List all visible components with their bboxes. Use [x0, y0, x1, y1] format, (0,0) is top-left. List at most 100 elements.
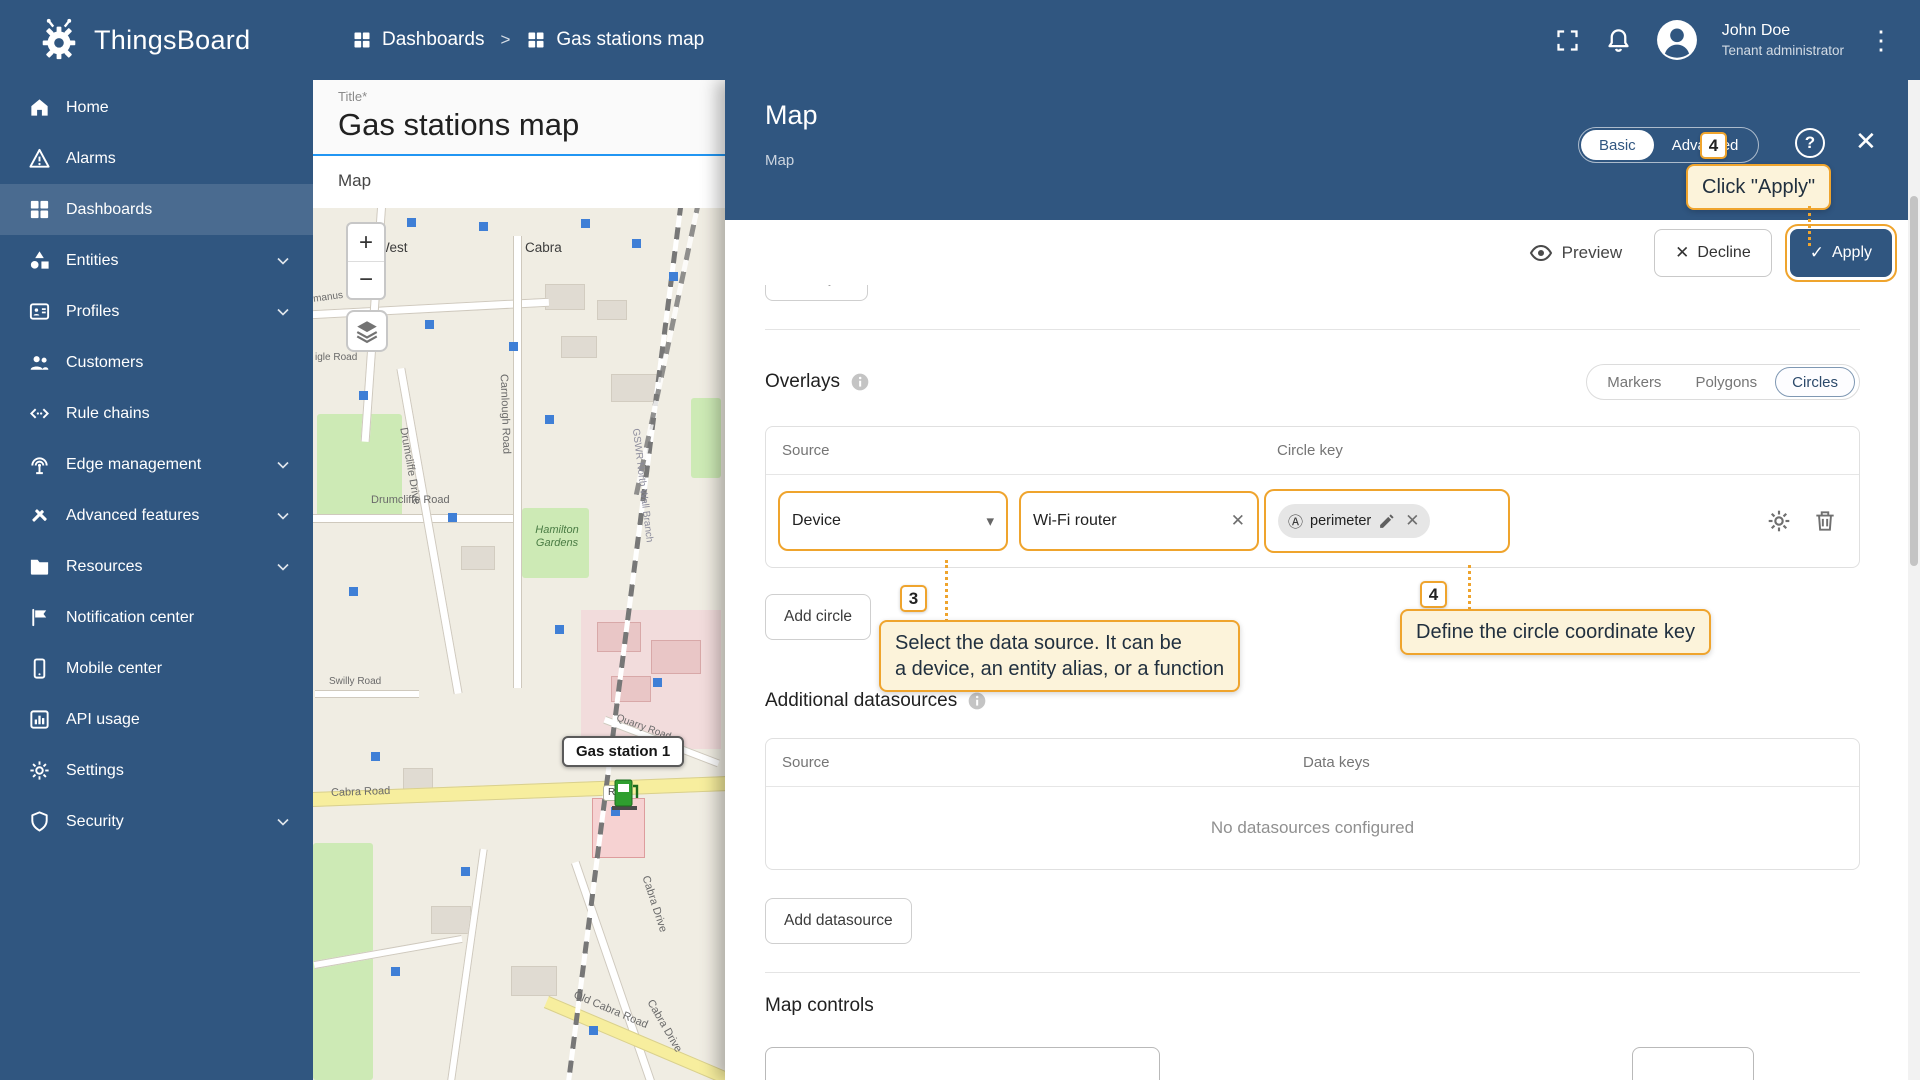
map-road [446, 849, 487, 1080]
map-road [313, 514, 522, 523]
map-road [315, 690, 419, 698]
sidebar-item-customers[interactable]: Customers [0, 337, 313, 388]
map-building [431, 906, 471, 934]
dashboard-edit-panel: Title* Gas stations map Map [313, 80, 725, 1080]
dashboard-title-input[interactable]: Gas stations map [338, 107, 725, 143]
column-source: Source [782, 754, 830, 771]
circle-key-chip[interactable]: Ⓐ perimeter ✕ [1278, 504, 1430, 538]
cutoff-field[interactable] [1632, 1047, 1754, 1080]
apply-button[interactable]: ✓ Apply [1790, 229, 1892, 277]
sidebar-item-home[interactable]: Home [0, 82, 313, 133]
sidebar-item-edge-management[interactable]: Edge management [0, 439, 313, 490]
divider [765, 972, 1860, 973]
tab-polygons[interactable]: Polygons [1679, 367, 1773, 397]
map-building [597, 300, 627, 320]
add-layer-button[interactable]: Add layer [765, 285, 868, 301]
sidebar-item-resources[interactable]: Resources [0, 541, 313, 592]
datasource-type-value: Device [792, 512, 841, 530]
map-node-marker [349, 587, 358, 596]
add-circle-button[interactable]: Add circle [765, 594, 871, 640]
fullscreen-icon[interactable] [1554, 27, 1581, 54]
map-node-marker [425, 320, 434, 329]
logo[interactable]: ThingsBoard [36, 0, 250, 80]
sidebar-item-label: Mobile center [66, 660, 162, 678]
map-node-marker [669, 272, 678, 281]
map-layers-button[interactable] [346, 310, 388, 352]
map-node-marker [509, 342, 518, 351]
cutoff-field[interactable] [765, 1047, 1160, 1080]
close-icon[interactable]: ✕ [1855, 126, 1877, 157]
map-node-marker [448, 513, 457, 522]
map-widget[interactable]: West Cabra manus Road igle Road Drumclif… [313, 208, 725, 1080]
tab-markers[interactable]: Markers [1591, 367, 1677, 397]
sidebar-item-label: Dashboards [66, 201, 152, 219]
add-datasource-button[interactable]: Add datasource [765, 898, 912, 944]
sidebar-item-security[interactable]: Security [0, 796, 313, 847]
sidebar-item-profiles[interactable]: Profiles [0, 286, 313, 337]
map-building [611, 374, 657, 402]
config-scrollbar[interactable] [1908, 80, 1920, 1080]
map-place-label: Cabra [525, 240, 562, 255]
map-controls-title: Map controls [765, 995, 1860, 1017]
close-icon: ✕ [1675, 243, 1689, 263]
sidebar-item-label: API usage [66, 711, 140, 729]
sidebar-item-label: Resources [66, 558, 142, 576]
gas-station-marker[interactable] [611, 777, 639, 811]
zoom-out-button[interactable]: − [348, 261, 384, 298]
additional-datasources-table: Source Data keys No datasources configur… [765, 738, 1860, 870]
delete-trash-icon[interactable] [1812, 508, 1838, 534]
sidebar-item-entities[interactable]: Entities [0, 235, 313, 286]
api-usage-chart-icon [28, 708, 51, 731]
info-icon [850, 372, 870, 392]
entities-icon [28, 249, 51, 272]
help-icon[interactable]: ? [1795, 128, 1825, 158]
config-title: Map [765, 100, 818, 131]
datasource-entity-field[interactable]: Wi-Fi router ✕ [1019, 491, 1259, 551]
chevron-down-icon [273, 506, 293, 526]
config-subtitle: Map [765, 152, 794, 169]
sidebar-item-settings[interactable]: Settings [0, 745, 313, 796]
breadcrumb-current-label: Gas stations map [556, 29, 704, 51]
sidebar-item-mobile-center[interactable]: Mobile center [0, 643, 313, 694]
sidebar-item-alarms[interactable]: Alarms [0, 133, 313, 184]
map-building [461, 546, 495, 570]
sidebar-item-label: Profiles [66, 303, 119, 321]
mobile-phone-icon [28, 657, 51, 680]
breadcrumb-current[interactable]: Gas stations map [526, 29, 704, 51]
clear-icon[interactable]: ✕ [1231, 511, 1245, 531]
sidebar-item-advanced-features[interactable]: Advanced features [0, 490, 313, 541]
scrollbar-thumb[interactable] [1910, 196, 1918, 566]
remove-key-icon[interactable]: ✕ [1405, 511, 1419, 531]
additional-datasources-header: Additional datasources [765, 690, 1860, 712]
column-source: Source [782, 442, 830, 459]
tab-circles[interactable]: Circles [1775, 367, 1855, 397]
row-settings-gear-icon[interactable] [1766, 508, 1792, 534]
sidebar-item-dashboards[interactable]: Dashboards [0, 184, 313, 235]
datasource-type-select[interactable]: Device ▾ [778, 491, 1008, 551]
config-toolbar: Preview ✕ Decline ✓ Apply [725, 220, 1920, 285]
circle-key-field[interactable]: Ⓐ perimeter ✕ [1264, 489, 1510, 553]
map-building [597, 622, 641, 652]
customers-icon [28, 351, 51, 374]
preview-button[interactable]: Preview [1529, 241, 1622, 265]
breadcrumb-dashboards[interactable]: Dashboards [352, 29, 484, 51]
edit-pencil-icon[interactable] [1378, 513, 1395, 530]
zoom-in-button[interactable]: + [348, 224, 384, 261]
notifications-bell-icon[interactable] [1605, 27, 1632, 54]
sidebar-item-api-usage[interactable]: API usage [0, 694, 313, 745]
kebab-menu-icon[interactable]: ⋮ [1868, 25, 1886, 56]
datasource-entity-value: Wi-Fi router [1033, 512, 1117, 530]
rule-chains-icon [28, 402, 51, 425]
overlays-title: Overlays [765, 371, 840, 393]
mode-basic[interactable]: Basic [1581, 130, 1654, 160]
sidebar-item-notification-center[interactable]: Notification center [0, 592, 313, 643]
decline-button[interactable]: ✕ Decline [1654, 229, 1772, 277]
user-avatar[interactable] [1656, 19, 1698, 61]
title-field-label: Title* [338, 89, 725, 104]
sidebar-item-rule-chains[interactable]: Rule chains [0, 388, 313, 439]
mode-advanced[interactable]: Advanced [1654, 130, 1757, 160]
notification-flag-icon [28, 606, 51, 629]
chevron-down-icon [273, 557, 293, 577]
map-park-label: Hamilton Gardens [525, 524, 589, 549]
profiles-icon [28, 300, 51, 323]
